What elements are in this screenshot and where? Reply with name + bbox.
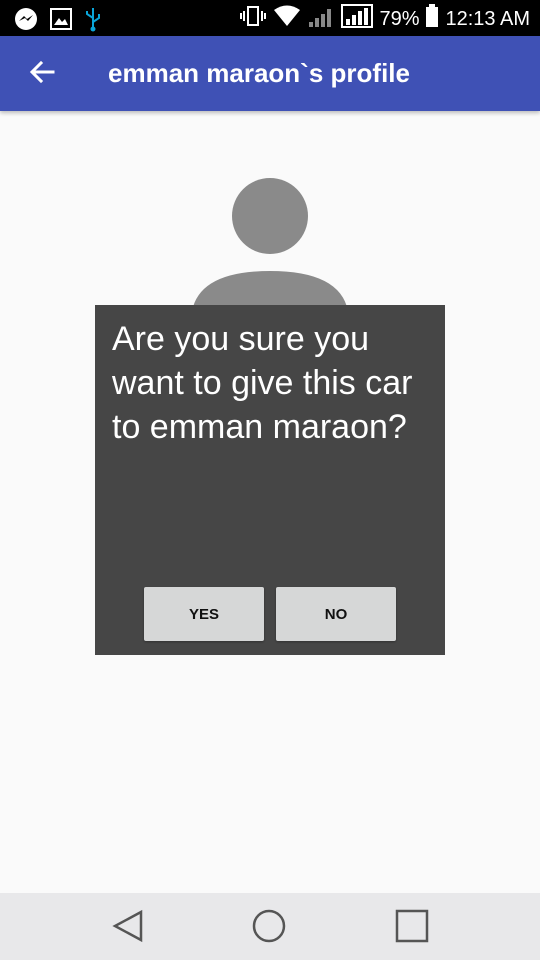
battery-icon — [425, 4, 439, 33]
usb-icon — [84, 6, 102, 37]
wifi-icon — [273, 5, 301, 32]
back-button[interactable] — [22, 54, 62, 94]
confirm-dialog: Are you sure you want to give this car t… — [95, 305, 445, 655]
messenger-icon — [14, 7, 38, 36]
square-recents-icon — [394, 909, 430, 948]
nav-back-button[interactable] — [110, 908, 146, 944]
triangle-back-icon — [110, 909, 146, 948]
battery-percent: 79% — [379, 7, 420, 30]
signal-icon — [341, 4, 374, 33]
circle-home-icon — [251, 909, 287, 948]
status-time: 12:13 AM — [445, 7, 530, 30]
yes-button[interactable]: YES — [144, 587, 264, 641]
vibrate-icon — [239, 5, 267, 32]
page-title: emman maraon`s profile — [108, 58, 410, 88]
nav-recents-button[interactable] — [394, 908, 430, 944]
no-button[interactable]: NO — [276, 587, 396, 641]
navigation-bar — [0, 893, 540, 960]
nav-home-button[interactable] — [251, 908, 287, 944]
app-bar: emman maraon`s profile — [0, 36, 540, 111]
gallery-icon — [50, 8, 72, 35]
arrow-back-icon — [29, 59, 55, 90]
dialog-message: Are you sure you want to give this car t… — [112, 320, 413, 446]
status-bar: 79% 12:13 AM — [0, 0, 540, 36]
signal-icon — [307, 4, 335, 33]
